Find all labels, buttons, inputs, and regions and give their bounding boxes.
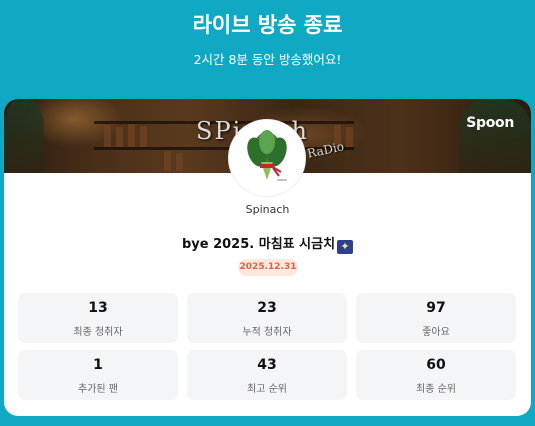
banner-book [164,151,171,171]
stat-likes: 97 좋아요 [356,293,516,343]
stat-label: 누적 청취자 [242,327,292,338]
stat-value: 1 [93,357,103,373]
broadcast-duration: 2시간 8분 동안 방송했어요! [193,52,342,67]
broadcast-summary-card: SPinach RaDio Spoon Spinach bye 2025. 마침… [4,99,531,416]
stat-label: 최종 청취자 [73,327,123,338]
stat-value: 23 [257,300,277,316]
avatar[interactable] [229,120,305,196]
banner-logo-subtext: RaDio [305,139,346,161]
stream-title-text: bye 2025. 마침표 시금치 [181,237,336,252]
stream-title: bye 2025. 마침표 시금치 ✦ [4,233,531,254]
banner-tree-right [459,99,531,173]
stat-new-fans: 1 추가된 팬 [18,350,178,400]
banner-book [176,153,183,171]
stat-final-listeners: 13 최종 청취자 [18,293,178,343]
banner-book [346,127,353,147]
stat-peak-rank: 43 최고 순위 [187,350,347,400]
stat-total-listeners: 23 누적 청취자 [187,293,347,343]
stat-value: 43 [257,357,277,373]
stat-value: 60 [426,357,446,373]
banner-tree-left [4,99,44,173]
banner-book [128,124,135,147]
page-title: 라이브 방송 종료 [192,13,343,37]
spinach-bunch-icon [247,130,287,181]
stat-value: 97 [426,300,446,316]
stat-label: 최고 순위 [247,384,287,395]
banner-book [140,126,147,147]
stat-final-rank: 60 최종 순위 [356,350,516,400]
stat-value: 13 [88,300,108,316]
stat-label: 최종 순위 [416,384,456,395]
stat-label: 추가된 팬 [78,384,118,395]
banner-book [104,125,111,147]
date-badge: 2025.12.31 [238,259,298,276]
spoon-brand-logo: Spoon [466,115,514,131]
banner-book [116,127,123,147]
stat-label: 좋아요 [422,327,450,338]
sparkle-emoji-icon: ✦ [337,240,354,254]
host-name: Spinach [245,203,290,216]
